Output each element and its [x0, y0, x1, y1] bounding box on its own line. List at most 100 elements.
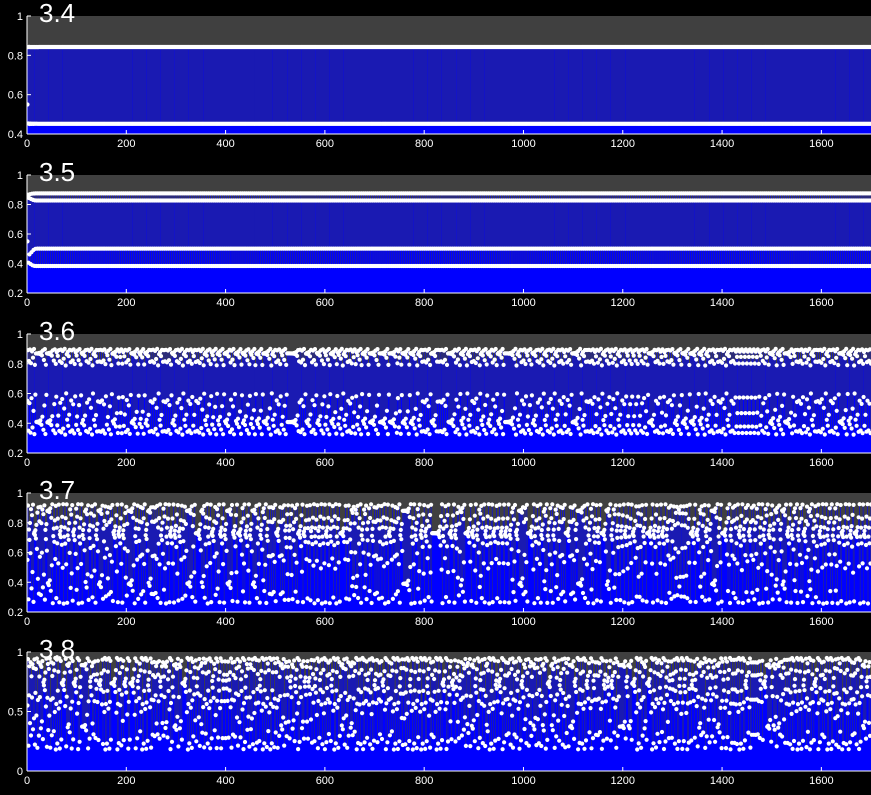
data-point [242, 422, 248, 428]
x-tick-label: 600 [316, 138, 334, 150]
data-point [158, 354, 164, 359]
data-point [43, 431, 48, 437]
data-point [533, 353, 538, 358]
data-point [526, 427, 532, 433]
data-point [325, 357, 330, 362]
data-point [532, 423, 538, 428]
data-point [205, 414, 210, 419]
data-point [774, 363, 779, 368]
x-tick-label: 800 [415, 297, 433, 309]
data-point [523, 361, 528, 367]
data-point [541, 391, 546, 396]
data-point [301, 404, 306, 409]
data-point [465, 391, 470, 396]
data-point [181, 391, 186, 396]
data-point [153, 426, 158, 431]
data-point [226, 423, 231, 429]
data-point [38, 418, 43, 423]
data-point [144, 417, 149, 422]
data-point [199, 426, 204, 431]
data-point [686, 346, 691, 352]
data-point [53, 361, 58, 366]
data-point [772, 425, 777, 431]
data-point [598, 405, 603, 410]
data-point [190, 394, 195, 400]
data-point [700, 426, 705, 431]
data-point [300, 357, 306, 362]
data-point [675, 414, 681, 419]
data-point [407, 393, 412, 398]
data-point [264, 422, 269, 427]
data-point [612, 356, 617, 361]
data-point [101, 402, 107, 407]
data-point [705, 423, 710, 428]
data-point [727, 412, 732, 417]
x-tick-label: 200 [117, 297, 135, 309]
data-point [276, 358, 281, 363]
data-point [152, 360, 157, 365]
data-point [364, 355, 369, 360]
data-point [701, 406, 706, 411]
data-point [527, 358, 532, 363]
data-point [267, 356, 272, 361]
data-point [381, 421, 387, 426]
data-point [750, 354, 755, 359]
data-point [367, 392, 372, 397]
data-point [118, 354, 123, 360]
data-point [176, 430, 181, 435]
data-point [109, 392, 114, 397]
data-point [404, 425, 409, 430]
data-point [73, 394, 78, 399]
data-point [215, 391, 220, 396]
data-point [39, 422, 44, 427]
data-point [712, 361, 717, 366]
data-point [249, 416, 254, 421]
data-point [373, 427, 379, 432]
data-point [56, 413, 61, 418]
data-point [758, 353, 763, 358]
data-point [597, 357, 603, 362]
data-point [501, 432, 506, 437]
data-point [53, 431, 58, 436]
data-point [109, 363, 114, 368]
data-point [554, 423, 559, 428]
data-point [411, 415, 416, 420]
data-point [141, 431, 146, 436]
data-point [601, 418, 606, 423]
panel-title: 3.5 [39, 157, 75, 187]
data-point [516, 423, 522, 428]
data-point [576, 426, 581, 431]
data-point [306, 417, 311, 422]
data-point [682, 421, 687, 427]
data-point [625, 423, 630, 428]
data-point [89, 432, 95, 437]
data-point [561, 361, 566, 366]
data-point [756, 361, 761, 366]
data-point [276, 402, 281, 407]
data-point [71, 402, 76, 407]
data-point [748, 361, 754, 366]
data-point [259, 346, 264, 352]
data-point [272, 412, 277, 417]
data-point [679, 362, 684, 367]
x-tick-label: 1200 [611, 138, 635, 150]
data-point [721, 426, 726, 431]
data-point [62, 406, 67, 411]
data-point [179, 406, 184, 411]
data-point [74, 353, 79, 358]
data-point [238, 347, 243, 352]
data-point [776, 418, 781, 423]
data-point [375, 431, 381, 437]
data-point [399, 393, 404, 398]
data-point [299, 397, 304, 402]
subplot-3: 0 200 400 600 800 1000 1200 1400 16000.20.40.60.… [0, 316, 871, 469]
data-point [336, 422, 341, 427]
data-point [260, 392, 265, 397]
data-point [184, 412, 189, 417]
data-point [533, 413, 539, 418]
data-point [229, 427, 235, 432]
data-point [189, 361, 194, 366]
data-point [743, 411, 748, 416]
data-point [307, 354, 313, 359]
data-point [406, 347, 411, 352]
